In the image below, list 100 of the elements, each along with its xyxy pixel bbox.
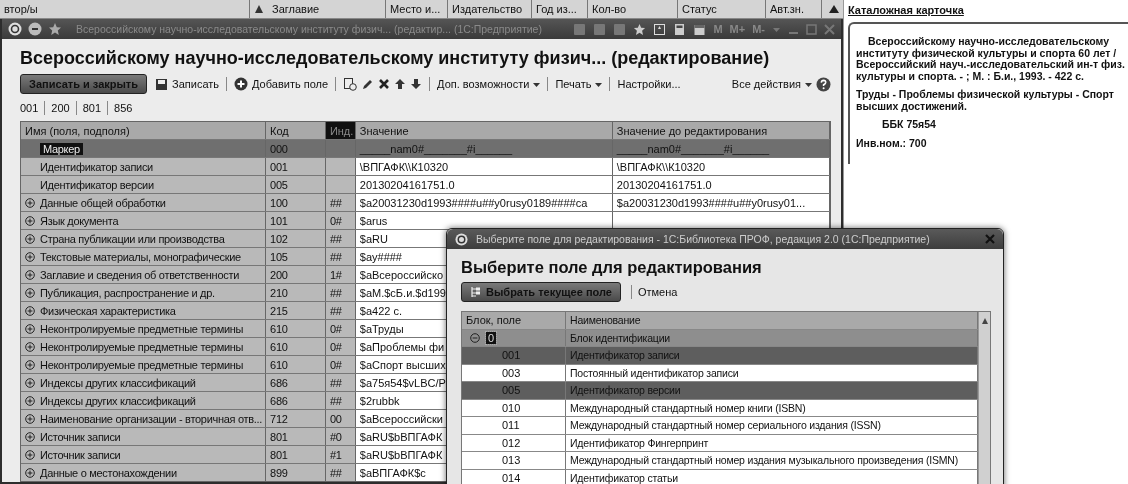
add-field-button[interactable]: Добавить поле [252, 78, 329, 90]
expand-icon[interactable] [25, 431, 35, 442]
table-cell: _____nam0#_______#i______ [355, 140, 613, 157]
column-header[interactable]: Имя (поля, подполя) [21, 122, 267, 139]
column-header[interactable]: Статус [678, 0, 766, 18]
field-tab[interactable]: 001 [20, 102, 39, 114]
calculator-icon[interactable] [673, 22, 687, 36]
list-row[interactable]: 013 Международный стандартный номер издания музыкального произведения (ISMN) [462, 452, 978, 470]
table-cell: #0 [325, 428, 356, 445]
expand-icon[interactable] [25, 341, 35, 352]
table-cell: ## [325, 284, 356, 301]
column-header[interactable]: Авт.зн. [766, 0, 822, 18]
table-cell: 610 [266, 338, 326, 355]
expand-icon[interactable] [25, 197, 35, 208]
expand-icon[interactable] [25, 251, 35, 262]
save-icon[interactable] [155, 77, 169, 91]
scroll-up-icon[interactable] [980, 317, 989, 325]
expand-icon[interactable] [25, 305, 35, 316]
column-header[interactable]: Кол-во [588, 0, 678, 18]
table-cell-text: 014 [501, 471, 521, 484]
star-icon[interactable] [48, 22, 62, 36]
list-row[interactable]: 010 Международный стандартный номер книги (ISBN) [462, 399, 978, 417]
expand-icon[interactable] [25, 215, 35, 226]
table-cell: 610 [266, 356, 326, 373]
caret-icon [533, 80, 541, 88]
table-cell: 712 [266, 410, 326, 427]
table-cell: 801 [266, 428, 326, 445]
field-name: Идентификатор записи [40, 160, 153, 173]
logo-icon[interactable] [8, 22, 22, 36]
table-cell: 686 [266, 374, 326, 391]
column-header[interactable]: Издательство [448, 0, 532, 18]
expand-icon[interactable] [25, 449, 35, 460]
column-header[interactable]: Место и... [386, 0, 448, 18]
pencil-icon[interactable] [361, 77, 375, 91]
field-tab[interactable]: 856 [114, 102, 133, 114]
field-name: Данные общей обработки [40, 196, 166, 209]
table-cell: 801 [266, 446, 326, 463]
table-cell: 210 [266, 284, 326, 301]
column-header[interactable]: втор/ы [0, 0, 250, 18]
list-row[interactable]: 012 Идентификатор Фингерпринт [462, 434, 978, 452]
scrollbar[interactable] [978, 312, 990, 484]
collapse-icon[interactable] [470, 332, 480, 343]
expand-icon[interactable] [25, 377, 35, 388]
column-header[interactable]: Год из... [532, 0, 588, 18]
calendar-icon[interactable] [693, 22, 707, 36]
delete-icon[interactable] [378, 78, 391, 90]
column-header[interactable]: Заглавие [268, 0, 386, 18]
table-cell: 0 [486, 331, 497, 344]
list-row[interactable]: 011 Международный стандартный номер сериального издания (ISSN) [462, 417, 978, 435]
column-header[interactable]: Блок, поле [462, 312, 566, 329]
back-icon[interactable] [28, 22, 42, 36]
tree-icon [470, 286, 482, 298]
star-icon[interactable] [633, 22, 647, 36]
expand-icon[interactable] [25, 269, 35, 280]
field-name: Неконтролируемые предметные термины [40, 340, 244, 353]
logo-icon[interactable] [455, 232, 468, 246]
print-menu[interactable]: Печать [555, 78, 592, 90]
copy-icon[interactable] [343, 77, 358, 91]
table-cell: 102 [266, 230, 326, 247]
table-cell [325, 158, 356, 175]
table-cell: 0# [325, 338, 356, 355]
scroll-up-icon[interactable] [828, 3, 840, 15]
expand-icon[interactable] [25, 287, 35, 298]
table-cell: ## [325, 194, 356, 211]
field-name: Индексы других классификаций [40, 394, 196, 407]
table-cell: 0# [325, 356, 356, 373]
selected-row[interactable]: Маркер 000 _____nam0#_______#i______ _____nam0#_______#i______ [21, 140, 830, 158]
bookmark-icon[interactable] [653, 22, 667, 36]
arrow-up-icon[interactable] [394, 78, 407, 90]
column-header[interactable]: Наименование [566, 312, 978, 329]
table-cell: 000 [266, 140, 326, 157]
table-cell [325, 176, 356, 193]
settings-button[interactable]: Настройки... [617, 78, 681, 90]
column-header[interactable]: Код [266, 122, 326, 139]
column-header[interactable]: Значение [355, 122, 613, 139]
table-cell: 899 [266, 464, 326, 481]
save-button[interactable]: Записать [172, 78, 220, 90]
add-icon[interactable] [234, 77, 249, 91]
field-tab[interactable]: 200 [51, 102, 70, 114]
column-header[interactable]: Инд. [325, 122, 356, 139]
expand-icon[interactable] [25, 233, 35, 244]
caret-icon [805, 80, 812, 88]
panel-title: Каталожная карточка [848, 4, 965, 16]
expand-icon[interactable] [25, 413, 35, 424]
arrow-down-icon[interactable] [410, 78, 423, 90]
field-name: Страна публикации или производства [40, 232, 225, 245]
expand-icon[interactable] [25, 467, 35, 478]
expand-icon[interactable] [25, 395, 35, 406]
column-header[interactable]: Значение до редактирования [612, 122, 830, 139]
expand-icon[interactable] [25, 323, 35, 334]
close-icon[interactable] [985, 234, 995, 244]
field-name: Язык документа [40, 214, 119, 227]
expand-icon[interactable] [25, 359, 35, 370]
all-actions-menu[interactable]: Все действия [731, 78, 801, 90]
card-text: Инв.ном.: 700 [856, 137, 928, 150]
more-menu[interactable]: Доп. возможности [437, 78, 530, 90]
sort-icon[interactable] [254, 4, 264, 14]
help-icon[interactable] [816, 76, 831, 92]
field-tab[interactable]: 801 [82, 102, 102, 114]
cancel-button[interactable]: Отмена [637, 286, 678, 298]
